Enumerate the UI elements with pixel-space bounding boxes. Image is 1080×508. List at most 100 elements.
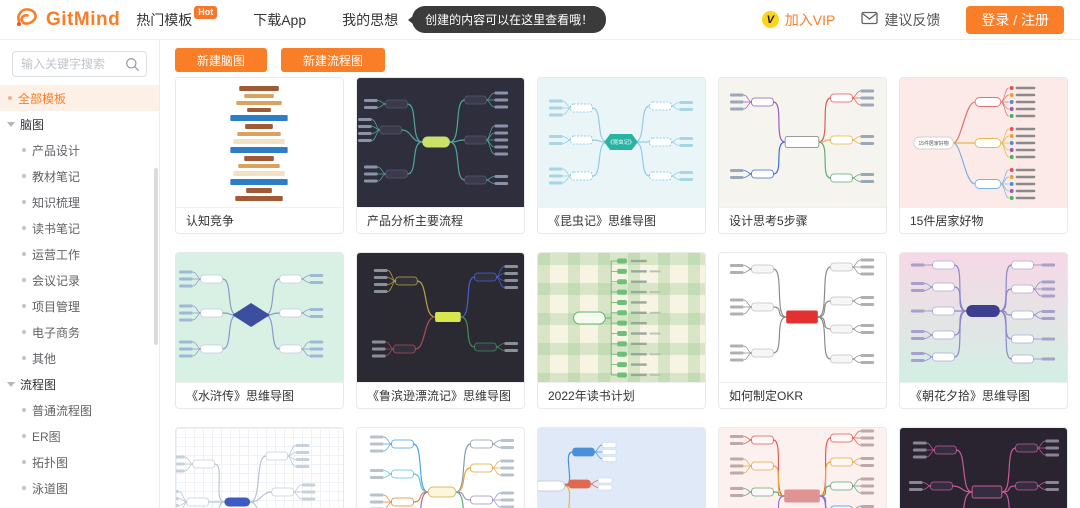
bullet-icon [22, 148, 26, 152]
template-thumbnail [538, 253, 705, 382]
sidebar-group-label: 流程图 [20, 376, 56, 393]
template-thumbnail [719, 253, 886, 382]
feedback-button[interactable]: 建议反馈 [861, 10, 940, 30]
template-card[interactable]: 《昆虫记》《昆虫记》思维导图 [537, 77, 706, 234]
sidebar-item-mindmap-4[interactable]: 运营工作 [0, 241, 159, 267]
sidebar-item-label: 产品设计 [32, 142, 80, 159]
sidebar-item-mindmap-1[interactable]: 教材笔记 [0, 163, 159, 189]
sidebar-item-all-templates[interactable]: 全部模板 [0, 85, 159, 111]
sidebar-item-flowchart-0[interactable]: 普通流程图 [0, 397, 159, 423]
sidebar-item-label: 运营工作 [32, 246, 80, 263]
sidebar-item-flowchart-4[interactable]: UML图 [0, 501, 159, 508]
template-thumbnail: 15件居家好物 [900, 78, 1067, 207]
template-title: 产品分析主要流程 [357, 207, 524, 234]
template-title: 《水浒传》思维导图 [176, 382, 343, 409]
template-title: 如何制定OKR [719, 382, 886, 409]
template-card[interactable] [537, 427, 706, 508]
template-thumbnail [357, 253, 524, 382]
logo[interactable]: GitMind [14, 4, 120, 35]
template-thumbnail [176, 78, 343, 207]
bullet-icon [22, 408, 26, 412]
nav-item-label: 下载App [253, 10, 306, 30]
template-card[interactable]: 15件居家好物15件居家好物 [899, 77, 1068, 234]
template-card[interactable]: 《朝花夕拾》思维导图 [899, 252, 1068, 409]
sidebar-group-mindmap[interactable]: 脑图 [0, 111, 159, 137]
create-mindmap-button[interactable]: 新建脑图 [175, 48, 267, 72]
template-thumbnail [176, 428, 343, 508]
nav-item-my-ideas[interactable]: 我的思想 [342, 10, 398, 30]
bullet-icon [22, 252, 26, 256]
template-title: 2022年读书计划 [538, 382, 705, 409]
template-gallery: 新建脑图新建流程图 认知竞争产品分析主要流程《昆虫记》《昆虫记》思维导图设计思考… [160, 40, 1080, 508]
template-card[interactable] [899, 427, 1068, 508]
template-card[interactable] [718, 427, 887, 508]
create-flowchart-button[interactable]: 新建流程图 [281, 48, 385, 72]
header-actions: V 加入VIP 建议反馈 登录 / 注册 [762, 6, 1064, 34]
sidebar-group-flowchart[interactable]: 流程图 [0, 371, 159, 397]
sidebar-item-label: 其他 [32, 350, 56, 367]
sidebar-item-label: 电子商务 [32, 324, 80, 341]
join-vip-button[interactable]: V 加入VIP [762, 10, 836, 30]
page-body: 全部模板脑图产品设计教材笔记知识梳理读书笔记运营工作会议记录项目管理电子商务其他… [0, 40, 1080, 508]
sidebar-item-mindmap-0[interactable]: 产品设计 [0, 137, 159, 163]
login-register-button[interactable]: 登录 / 注册 [966, 6, 1064, 34]
template-title: 15件居家好物 [900, 207, 1067, 234]
bullet-icon [22, 226, 26, 230]
search-icon[interactable] [125, 57, 140, 72]
template-card[interactable]: 《鲁滨逊漂流记》思维导图 [356, 252, 525, 409]
gitmind-app: GitMind 热门模板Hot下载App我的思想 创建的内容可以在这里查看哦！ … [0, 0, 1080, 508]
search-box [12, 51, 147, 77]
join-vip-label: 加入VIP [785, 10, 836, 30]
sidebar: 全部模板脑图产品设计教材笔记知识梳理读书笔记运营工作会议记录项目管理电子商务其他… [0, 40, 160, 508]
template-title: 《昆虫记》思维导图 [538, 207, 705, 234]
template-thumbnail [176, 253, 343, 382]
sidebar-item-mindmap-8[interactable]: 其他 [0, 345, 159, 371]
template-card[interactable] [175, 427, 344, 508]
sidebar-item-mindmap-3[interactable]: 读书笔记 [0, 215, 159, 241]
template-title: 认知竞争 [176, 207, 343, 234]
sidebar-item-label: ER图 [32, 428, 61, 445]
sidebar-item-label: 教材笔记 [32, 168, 80, 185]
template-card[interactable]: 设计思考5步骤 [718, 77, 887, 234]
sidebar-item-flowchart-2[interactable]: 拓扑图 [0, 449, 159, 475]
svg-text:《昆虫记》: 《昆虫记》 [607, 138, 634, 146]
sidebar-item-mindmap-2[interactable]: 知识梳理 [0, 189, 159, 215]
template-thumbnail [538, 428, 705, 508]
hot-badge: Hot [194, 6, 217, 19]
template-card[interactable]: 2022年读书计划 [537, 252, 706, 409]
sidebar-item-label: 普通流程图 [32, 402, 92, 419]
template-thumbnail [900, 253, 1067, 382]
feedback-label: 建议反馈 [884, 10, 940, 30]
vip-icon: V [762, 11, 779, 28]
sidebar-group-label: 脑图 [20, 116, 44, 133]
template-card[interactable] [356, 427, 525, 508]
brand-name: GitMind [46, 9, 120, 31]
template-thumbnail [357, 428, 524, 508]
template-thumbnail [900, 428, 1067, 508]
template-grid: 认知竞争产品分析主要流程《昆虫记》《昆虫记》思维导图设计思考5步骤15件居家好物… [175, 77, 1080, 508]
header: GitMind 热门模板Hot下载App我的思想 创建的内容可以在这里查看哦！ … [0, 0, 1080, 40]
template-card[interactable]: 产品分析主要流程 [356, 77, 525, 234]
sidebar-item-mindmap-5[interactable]: 会议记录 [0, 267, 159, 293]
sidebar-item-flowchart-3[interactable]: 泳道图 [0, 475, 159, 501]
sidebar-item-label: 项目管理 [32, 298, 80, 315]
template-title: 《朝花夕拾》思维导图 [900, 382, 1067, 409]
nav-item-hot-templates[interactable]: 热门模板Hot [136, 10, 217, 30]
sidebar-item-mindmap-6[interactable]: 项目管理 [0, 293, 159, 319]
envelope-icon [861, 11, 878, 28]
nav-item-download-app[interactable]: 下载App [253, 10, 306, 30]
bullet-icon [22, 304, 26, 308]
sidebar-item-label: 泳道图 [32, 480, 68, 497]
sidebar-item-flowchart-1[interactable]: ER图 [0, 423, 159, 449]
template-card[interactable]: 认知竞争 [175, 77, 344, 234]
template-title: 设计思考5步骤 [719, 207, 886, 234]
bullet-icon [22, 330, 26, 334]
chevron-down-icon [7, 122, 15, 127]
template-card[interactable]: 如何制定OKR [718, 252, 887, 409]
create-actions: 新建脑图新建流程图 [175, 48, 1080, 72]
creation-tooltip: 创建的内容可以在这里查看哦！ [412, 6, 606, 33]
template-title: 《鲁滨逊漂流记》思维导图 [357, 382, 524, 409]
sidebar-scrollbar-thumb[interactable] [154, 168, 158, 345]
template-card[interactable]: 《水浒传》思维导图 [175, 252, 344, 409]
sidebar-item-mindmap-7[interactable]: 电子商务 [0, 319, 159, 345]
